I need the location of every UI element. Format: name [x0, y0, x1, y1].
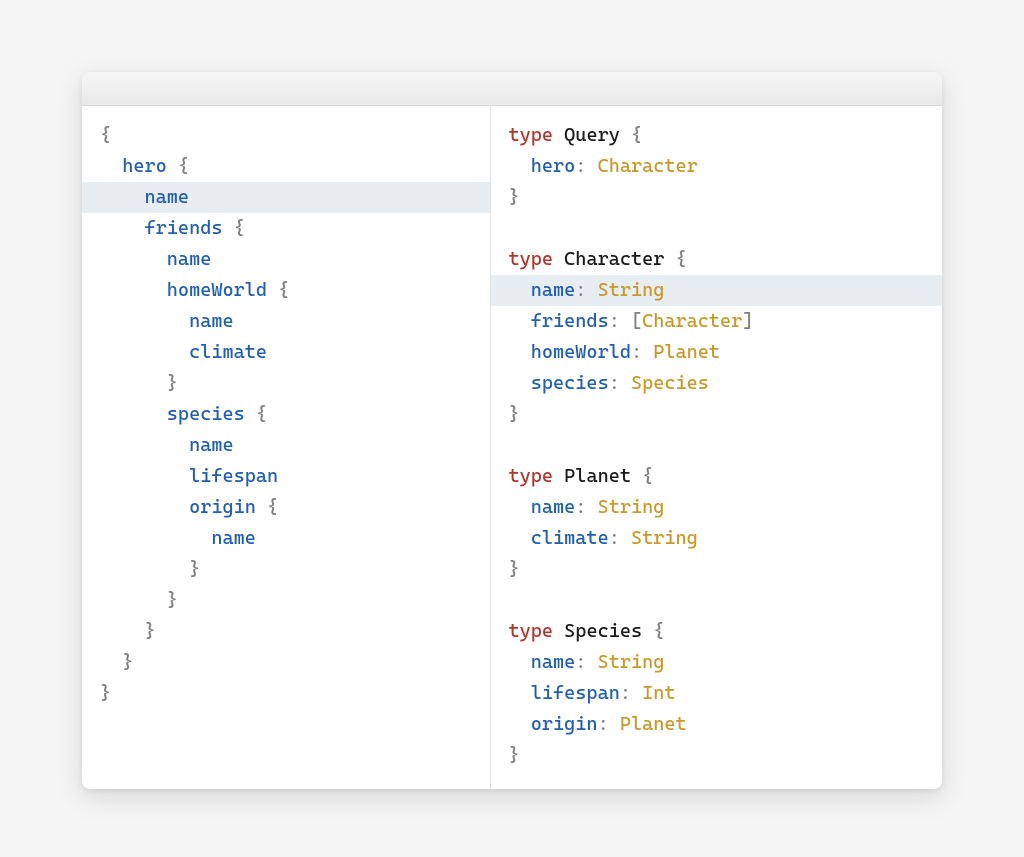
code-line: species { — [82, 399, 490, 430]
window-titlebar — [82, 72, 942, 106]
code-line: type Planet { — [491, 461, 943, 492]
split-panes: { hero { name friends { name homeWorld {… — [82, 106, 942, 789]
code-line: name — [82, 430, 490, 461]
code-line — [491, 213, 943, 244]
code-line: name — [82, 306, 490, 337]
code-line: species: Species — [491, 368, 943, 399]
code-line — [491, 430, 943, 461]
code-line: } — [82, 554, 490, 585]
code-line: hero { — [82, 151, 490, 182]
code-line: homeWorld: Planet — [491, 337, 943, 368]
code-line — [491, 585, 943, 616]
code-line: } — [82, 616, 490, 647]
code-line: name — [82, 244, 490, 275]
code-line: type Character { — [491, 244, 943, 275]
code-line: climate: String — [491, 523, 943, 554]
code-line: type Species { — [491, 616, 943, 647]
code-line: name — [82, 182, 490, 213]
code-line: lifespan — [82, 461, 490, 492]
code-line: } — [82, 647, 490, 678]
code-line: name: String — [491, 275, 943, 306]
code-line: hero: Character — [491, 151, 943, 182]
query-pane: { hero { name friends { name homeWorld {… — [82, 106, 491, 789]
code-line: homeWorld { — [82, 275, 490, 306]
code-line: } — [82, 585, 490, 616]
code-line: name: String — [491, 647, 943, 678]
code-line: name: String — [491, 492, 943, 523]
code-line: origin: Planet — [491, 709, 943, 740]
code-window: { hero { name friends { name homeWorld {… — [82, 72, 942, 789]
schema-pane: type Query { hero: Character} type Chara… — [491, 106, 943, 789]
code-line: } — [491, 740, 943, 771]
code-line: friends: [Character] — [491, 306, 943, 337]
code-line: } — [491, 399, 943, 430]
code-line: origin { — [82, 492, 490, 523]
code-line: type Query { — [491, 120, 943, 151]
code-line: lifespan: Int — [491, 678, 943, 709]
code-line: { — [82, 120, 490, 151]
code-line: } — [491, 554, 943, 585]
code-line: } — [491, 182, 943, 213]
code-line: } — [82, 678, 490, 709]
code-line: } — [82, 368, 490, 399]
code-line: name — [82, 523, 490, 554]
code-line: friends { — [82, 213, 490, 244]
code-line: climate — [82, 337, 490, 368]
